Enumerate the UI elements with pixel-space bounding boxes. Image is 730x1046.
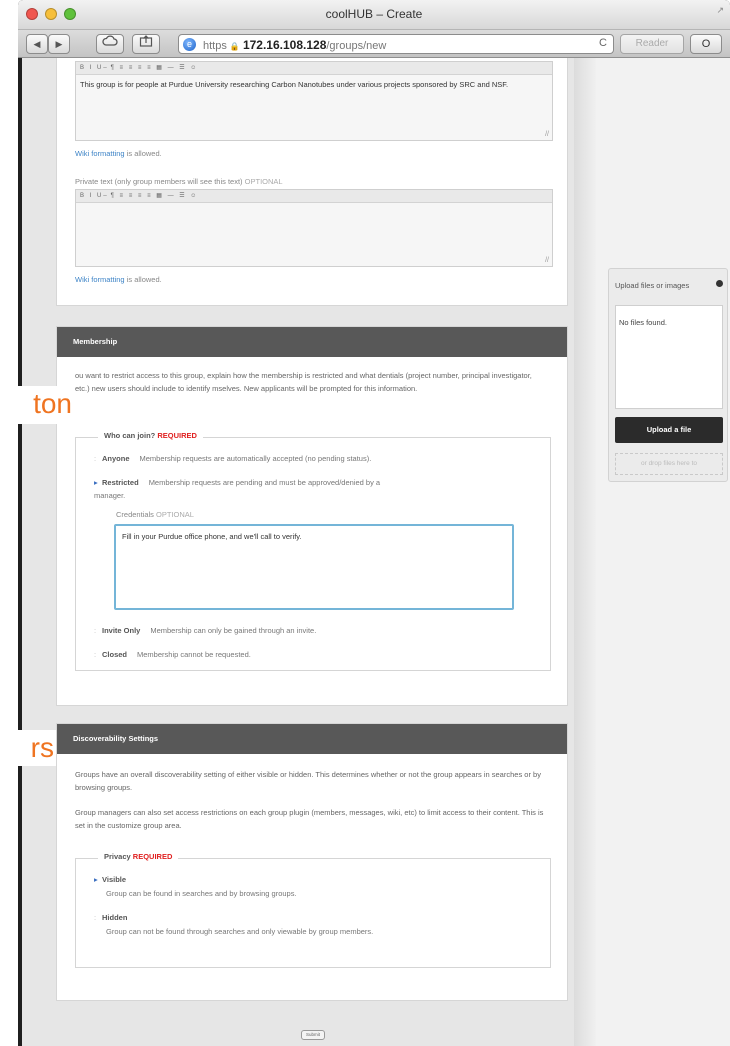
address-bar[interactable]: e https 🔒 172.16.108.128/groups/new C — [178, 34, 614, 54]
privacy-option-hidden[interactable]: : Hidden — [94, 911, 137, 924]
window-title: coolHUB – Create — [325, 7, 423, 21]
radio-icon: : — [94, 626, 97, 635]
upload-widget: Upload files or images No files found. U… — [608, 268, 728, 482]
membership-section: Membership ou want to restrict access to… — [56, 326, 568, 706]
reading-list-button[interactable]: O — [690, 34, 722, 54]
private-text-label: Private text (only group members will se… — [75, 177, 283, 186]
forward-arrow-icon: ▶ — [55, 39, 63, 49]
file-list: No files found. — [615, 305, 723, 409]
back-arrow-icon: ◀ — [33, 39, 41, 49]
selected-radio-icon: ▸ — [94, 875, 98, 884]
privacy-legend: Privacy REQUIRED — [98, 852, 179, 861]
radio-icon: : — [94, 913, 97, 922]
radio-icon: : — [94, 454, 97, 463]
private-text-value — [76, 203, 552, 211]
public-text-value: This group is for people at Purdue Unive… — [80, 80, 509, 89]
restricted-desc-cont: manager. — [94, 491, 126, 500]
globe-icon: e — [183, 38, 196, 51]
discoverability-section: Discoverability Settings Groups have an … — [56, 723, 568, 1001]
discoverability-para-1: Groups have an overall discoverability s… — [75, 770, 541, 792]
upload-title: Upload files or images — [615, 281, 690, 290]
cloud-icon — [102, 35, 118, 46]
editor-toolbar[interactable]: B I U ̶ ¶ ≡ ≡ ≡ ≡ ▦ — ☰ ☺ — [76, 62, 552, 75]
back-button[interactable]: ◀ — [26, 34, 48, 54]
join-option-restricted[interactable]: ▸ Restricted Membership requests are pendi… — [94, 476, 380, 489]
membership-intro: ou want to restrict access to this group… — [75, 371, 532, 393]
browser-toolbar: ◀ ▶ e https 🔒 172.16.108.128/groups/new … — [18, 30, 730, 58]
no-files-text: No files found. — [619, 318, 667, 327]
resize-grip-icon[interactable]: // — [545, 131, 549, 138]
wiki-formatting-link[interactable]: Wiki formatting — [75, 149, 125, 158]
privacy-option-visible[interactable]: ▸ Visible — [94, 873, 136, 886]
resize-grip-icon[interactable]: // — [545, 257, 549, 264]
icloud-tabs-button[interactable] — [96, 34, 124, 54]
privacy-visible-desc: Group can be found in searches and by br… — [106, 889, 297, 898]
upload-file-button[interactable]: Upload a file — [615, 417, 723, 443]
membership-header: Membership — [57, 327, 567, 357]
privacy-fieldset: Privacy REQUIRED ▸ Visible Group can be f… — [75, 852, 551, 968]
title-bar: coolHUB – Create ↗ — [18, 0, 730, 30]
privacy-hidden-desc: Group can not be found through searches … — [106, 927, 374, 936]
who-can-join-fieldset: Who can join? REQUIRED : Anyone Membership… — [75, 431, 551, 671]
discoverability-para-2: Group managers can also set access restr… — [75, 808, 544, 830]
join-option-invite-only[interactable]: : Invite Only Membership can only be gaine… — [94, 624, 316, 637]
fullscreen-icon[interactable]: ↗ — [716, 5, 724, 16]
private-text-editor[interactable]: B I U ̶ ¶ ≡ ≡ ≡ ≡ ▦ — ☰ ☺ // — [75, 189, 553, 267]
forward-button[interactable]: ▶ — [48, 34, 70, 54]
credentials-textarea[interactable]: Fill in your Purdue office phone, and we… — [114, 524, 514, 610]
selected-radio-icon: ▸ — [94, 478, 98, 487]
page-viewport: B I U ̶ ¶ ≡ ≡ ≡ ≡ ▦ — ☰ ☺ This group is … — [22, 58, 730, 1046]
wiki-formatting-link[interactable]: Wiki formatting — [75, 275, 125, 284]
reading-list-icon: O — [701, 38, 711, 50]
upload-info-icon[interactable] — [716, 280, 723, 287]
drop-zone[interactable]: or drop files here to — [615, 453, 723, 475]
radio-icon: : — [94, 650, 97, 659]
discoverability-header: Discoverability Settings — [57, 724, 567, 754]
credentials-label: Credentials OPTIONAL — [116, 510, 194, 519]
lock-icon: 🔒 — [229, 42, 240, 51]
share-button[interactable] — [132, 34, 160, 54]
reload-icon[interactable]: C — [599, 37, 607, 49]
join-option-anyone[interactable]: : Anyone Membership requests are automatic… — [94, 452, 371, 465]
join-option-closed[interactable]: : Closed Membership cannot be requested. — [94, 648, 251, 661]
browser-window: coolHUB – Create ↗ ◀ ▶ e https 🔒 172.16.… — [18, 0, 730, 1046]
wiki-formatting-note: Wiki formatting is allowed. — [75, 149, 162, 158]
who-can-join-legend: Who can join? REQUIRED — [98, 431, 203, 440]
editor-toolbar[interactable]: B I U ̶ ¶ ≡ ≡ ≡ ≡ ▦ — ☰ ☺ — [76, 190, 552, 203]
submit-button[interactable]: Submit — [301, 1030, 325, 1040]
url-text: https 🔒 172.16.108.128/groups/new — [203, 38, 387, 52]
public-text-editor[interactable]: B I U ̶ ¶ ≡ ≡ ≡ ≡ ▦ — ☰ ☺ This group is … — [75, 61, 553, 141]
callout-bottom: rs — [0, 730, 56, 766]
wiki-formatting-note: Wiki formatting is allowed. — [75, 275, 162, 284]
reader-button[interactable]: Reader — [620, 34, 684, 54]
share-icon — [139, 35, 153, 47]
callout-top: ton — [0, 386, 74, 424]
description-section: B I U ̶ ¶ ≡ ≡ ≡ ≡ ▦ — ☰ ☺ This group is … — [56, 58, 568, 306]
